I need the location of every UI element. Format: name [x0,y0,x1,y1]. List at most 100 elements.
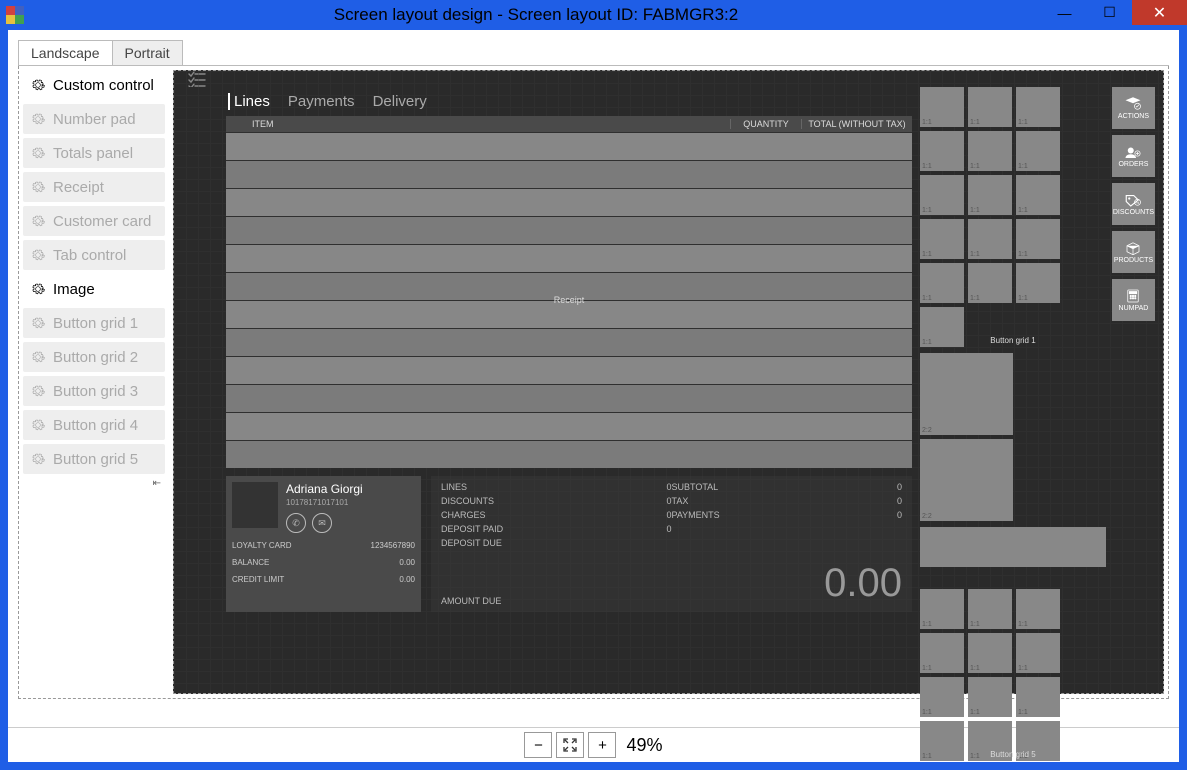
palette-item-button-grid-1[interactable]: Button grid 1 [23,308,165,338]
grid-cell[interactable]: 1:1 [968,677,1012,717]
palette-item-number-pad[interactable]: Number pad [23,104,165,134]
close-button[interactable]: ✕ [1132,0,1187,25]
action-buttons: ACTIONS ORDERS %DISCOUNTS PRODUCTS NUMPA… [1112,87,1155,761]
grid-cell[interactable]: 1:1 [1016,87,1060,127]
tab-lines[interactable]: Lines [228,93,270,110]
balance-label: BALANCE [232,558,269,567]
orders-button[interactable]: ORDERS [1112,135,1155,177]
cell-tag: 1:1 [970,709,980,716]
palette-item-receipt[interactable]: Receipt [23,172,165,202]
palette-item-image[interactable]: Image [23,274,165,304]
cell-tag: 1:1 [1018,709,1028,716]
grid-cell[interactable]: 1:1 [1016,131,1060,171]
grid-cell[interactable]: 1:1 [920,589,964,629]
receipt-row [226,384,912,412]
col-item: ITEM [226,119,730,129]
tab-payments[interactable]: Payments [288,93,355,110]
grid-cell[interactable]: 1:1 [1016,175,1060,215]
grid-cell[interactable]: 1:1 [1016,633,1060,673]
cell-tag: 1:1 [1018,295,1028,302]
palette-item-tab-control[interactable]: Tab control [23,240,165,270]
grid-cell[interactable]: 1:1 [920,175,964,215]
palette-item-button-grid-2[interactable]: Button grid 2 [23,342,165,372]
design-canvas[interactable]: Lines Payments Delivery ITEM QUANTITY TO… [173,70,1164,694]
products-button[interactable]: PRODUCTS [1112,231,1155,273]
palette-item-label: Button grid 2 [53,349,138,366]
grid-cell[interactable]: 2:2 [920,439,1013,521]
button-grid-2[interactable]: 2:2 2:2 [920,353,1106,521]
cell-tag: 1:1 [970,665,980,672]
palette-item-button-grid-5[interactable]: Button grid 5 [23,444,165,474]
button-grid-5[interactable]: 1:11:11:11:11:11:11:11:11:11:11:11:1Butt… [920,589,1106,761]
tot-amount-due-label: AMOUNT DUE [441,596,501,606]
collapse-handle[interactable]: ⇤ [23,478,165,492]
palette-item-label: Totals panel [53,145,133,162]
palette-item-button-grid-4[interactable]: Button grid 4 [23,410,165,440]
checklist-icon [188,71,206,87]
grid-cell[interactable]: 1:1 [1016,589,1060,629]
svg-text:%: % [1136,200,1140,204]
cell-tag: 1:1 [970,753,980,760]
cell-tag: 1:1 [922,339,932,346]
mail-icon[interactable]: ✉ [312,513,332,533]
receipt-row [226,328,912,356]
control-palette: Custom control Number pad Totals panel Rece… [19,66,169,698]
phone-icon[interactable]: ✆ [286,513,306,533]
grid-cell[interactable]: 1:1 [968,219,1012,259]
discounts-button[interactable]: %DISCOUNTS [1112,183,1155,225]
cell-tag: 1:1 [970,621,980,628]
grid-cell[interactable]: 1:1 [920,307,964,347]
numpad-button[interactable]: NUMPAD [1112,279,1155,321]
grid-cell[interactable]: 1:1 [920,131,964,171]
cell-tag: 1:1 [922,621,932,628]
titlebar[interactable]: Screen layout design - Screen layout ID:… [0,0,1187,30]
palette-item-customer-card[interactable]: Customer card [23,206,165,236]
grid-cell[interactable]: 1:1 [968,87,1012,127]
cell-tag: 1:1 [970,295,980,302]
tab-landscape[interactable]: Landscape [18,40,113,65]
tab-portrait[interactable]: Portrait [112,40,183,65]
grid-cell[interactable]: 1:1 [920,633,964,673]
palette-item-totals-panel[interactable]: Totals panel [23,138,165,168]
grid-cell[interactable]: 1:1 [920,677,964,717]
grid-cell[interactable]: 1:1 [968,589,1012,629]
grid-cell[interactable]: 1:1 [968,131,1012,171]
palette-item-custom-control[interactable]: Custom control [23,70,165,100]
grid-cell[interactable]: 1:1 [968,721,1012,761]
button-grid-3[interactable] [920,527,1106,567]
button-grid-1[interactable]: 1:11:11:11:11:11:11:11:11:11:11:11:11:11… [920,87,1106,347]
tab-delivery[interactable]: Delivery [373,93,427,110]
grid-cell[interactable]: 1:1 [968,633,1012,673]
receipt-grid[interactable]: Receipt [226,132,912,468]
grid-cell[interactable]: 1:1 [968,263,1012,303]
grid-cell[interactable]: 1:1 [920,263,964,303]
grand-total: 0.00 [672,561,903,606]
col-total: TOTAL (WITHOUT TAX) [802,119,912,129]
totals-panel[interactable]: LINES0 DISCOUNTS0 CHARGES0 DEPOSIT PAID0… [431,476,912,612]
tot-lines-label: LINES [441,482,467,492]
credit-value: 0.00 [399,575,415,584]
maximize-button[interactable]: ☐ [1087,0,1132,25]
cell-tag: 1:1 [1018,621,1028,628]
palette-item-label: Image [53,281,95,298]
customer-card[interactable]: Adriana Giorgi 10178171017101 ✆ ✉ LOYALT… [226,476,421,612]
grid-cell[interactable]: 1:1 [920,219,964,259]
credit-label: CREDIT LIMIT [232,575,284,584]
grid-cell[interactable]: 1:1 [1016,263,1060,303]
grid-cell[interactable]: 1:1 [920,87,964,127]
palette-item-label: Button grid 3 [53,383,138,400]
app-window: Screen layout design - Screen layout ID:… [0,0,1187,770]
cell-tag: 2:2 [922,427,932,434]
grid-cell[interactable]: 2:2 [920,353,1013,435]
tot-discounts-label: DISCOUNTS [441,496,494,506]
palette-item-label: Button grid 1 [53,315,138,332]
actions-button[interactable]: ACTIONS [1112,87,1155,129]
grid-cell[interactable]: 1:1 [1016,677,1060,717]
grid-cell[interactable]: 1:1 [1016,721,1060,761]
grid-cell[interactable]: 1:1 [920,721,964,761]
grid-cell[interactable]: 1:1 [968,175,1012,215]
minimize-button[interactable]: — [1042,0,1087,25]
grid-cell[interactable]: 1:1 [1016,219,1060,259]
cell-tag: 1:1 [1018,119,1028,126]
palette-item-button-grid-3[interactable]: Button grid 3 [23,376,165,406]
